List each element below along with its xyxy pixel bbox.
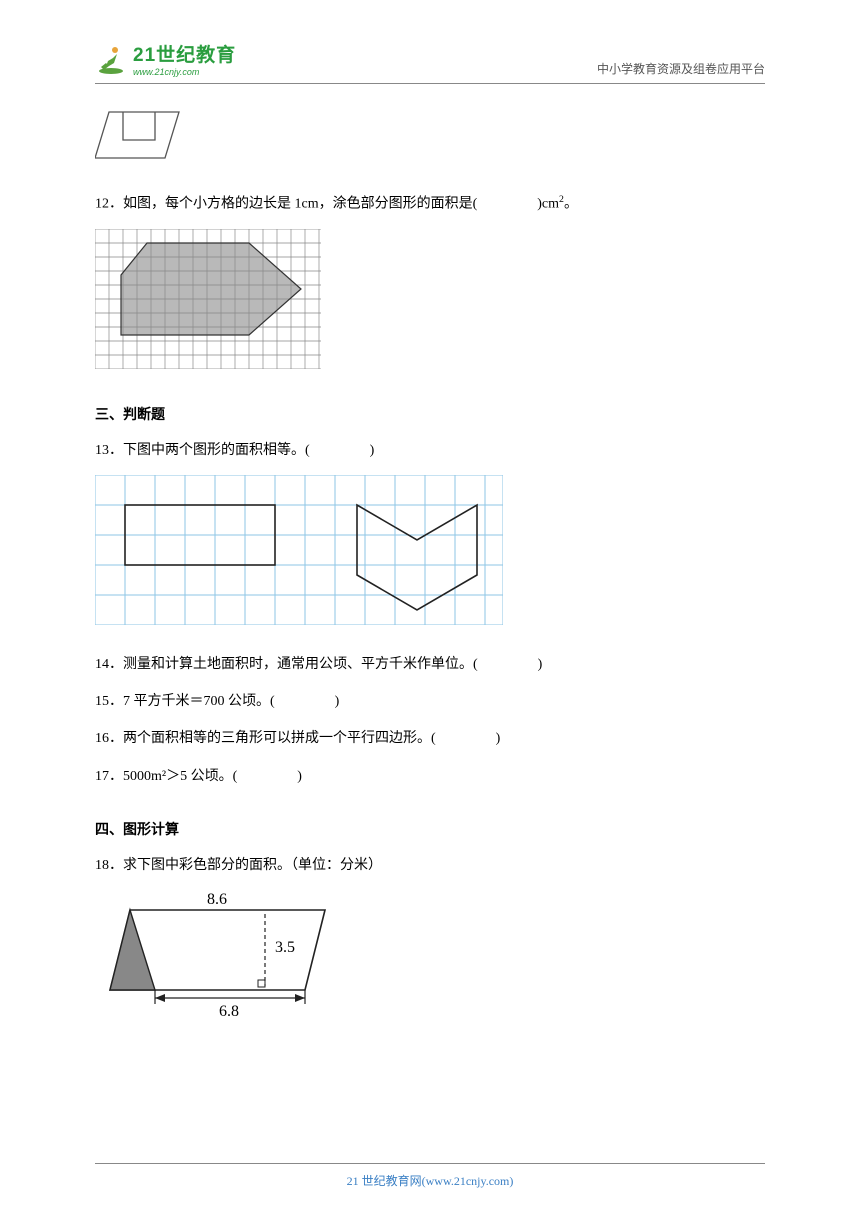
figure-q12-grid	[95, 229, 765, 374]
q13-text-a: 下图中两个图形的面积相等。(	[123, 443, 310, 458]
q17-num: 17．	[95, 769, 123, 784]
q14-text-b: )	[538, 657, 543, 672]
q12-text-a: 如图，每个小方格的边长是 1cm，涂色部分图形的面积是(	[123, 197, 477, 212]
dim-bottom: 6.8	[219, 1003, 239, 1020]
q18-text: 求下图中彩色部分的面积。（单位：分米）	[123, 858, 382, 873]
q12-num: 12．	[95, 197, 123, 212]
site-logo: 21世纪教育 www.21cnjy.com	[95, 40, 236, 77]
section-3-title: 三、判断题	[95, 404, 765, 424]
logo-url: www.21cnjy.com	[133, 67, 236, 77]
question-12: 12．如图，每个小方格的边长是 1cm，涂色部分图形的面积是()cm2。	[95, 191, 765, 217]
q12-text-b: )cm	[537, 197, 559, 212]
q13-text-b: )	[370, 443, 375, 458]
q12-text-c: 。	[564, 197, 578, 212]
question-16: 16．两个面积相等的三角形可以拼成一个平行四边形。()	[95, 726, 765, 751]
question-17: 17．5000m²＞5 公顷。()	[95, 764, 765, 789]
q17-text-b: )	[297, 769, 302, 784]
header-divider	[95, 83, 765, 84]
figure-parallelogram-cut	[95, 108, 765, 167]
q18-num: 18．	[95, 858, 123, 873]
q17-text-a: 5000m²＞5 公顷。(	[123, 769, 237, 784]
runner-icon	[95, 43, 127, 75]
q16-text-b: )	[496, 731, 501, 746]
q15-text-a: 7 平方千米＝700 公顷。(	[123, 694, 275, 709]
header-subtitle: 中小学教育资源及组卷应用平台	[597, 60, 765, 77]
question-18: 18．求下图中彩色部分的面积。（单位：分米）	[95, 853, 765, 878]
question-14: 14．测量和计算土地面积时，通常用公顷、平方千米作单位。()	[95, 652, 765, 677]
q15-num: 15．	[95, 694, 123, 709]
figure-q18: 8.6 3.5 6.8	[95, 890, 765, 1025]
q16-text-a: 两个面积相等的三角形可以拼成一个平行四边形。(	[123, 731, 436, 746]
section-4-title: 四、图形计算	[95, 819, 765, 839]
q14-num: 14．	[95, 657, 123, 672]
footer-divider	[95, 1163, 765, 1164]
q13-num: 13．	[95, 443, 123, 458]
q16-num: 16．	[95, 731, 123, 746]
dim-height: 3.5	[275, 939, 295, 956]
dim-top: 8.6	[207, 891, 227, 908]
q15-text-b: )	[335, 694, 340, 709]
q14-text-a: 测量和计算土地面积时，通常用公顷、平方千米作单位。(	[123, 657, 478, 672]
logo-title: 21世纪教育	[133, 40, 236, 67]
question-15: 15．7 平方千米＝700 公顷。()	[95, 689, 765, 714]
figure-q13	[95, 475, 765, 630]
footer-text: 21 世纪教育网(www.21cnjy.com)	[347, 1174, 514, 1188]
question-13: 13．下图中两个图形的面积相等。()	[95, 438, 765, 463]
